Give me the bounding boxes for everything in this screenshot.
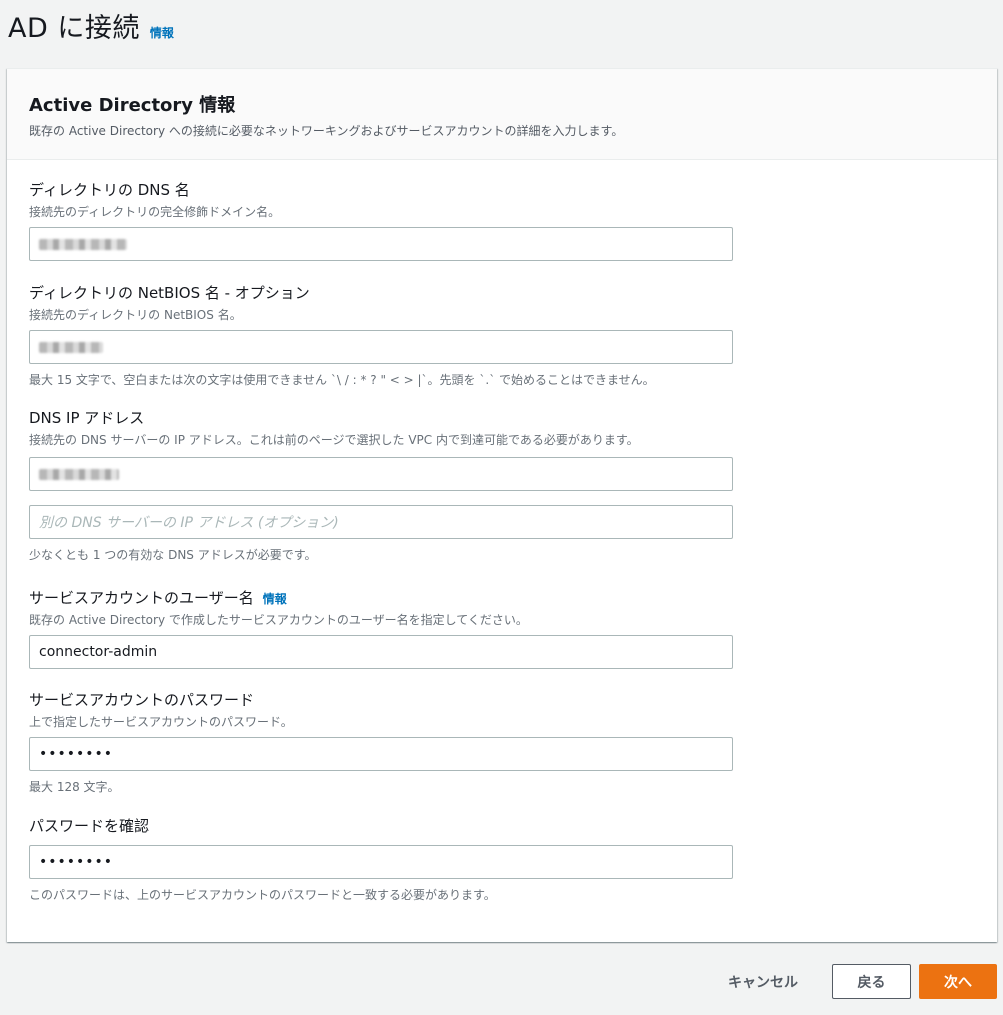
netbios-name-input[interactable] [29,330,733,364]
netbios-name-field: ディレクトリの NetBIOS 名 - オプション 接続先のディレクトリの Ne… [29,282,734,388]
netbios-name-description: 接続先のディレクトリの NetBIOS 名。 [29,308,242,322]
dns-name-label: ディレクトリの DNS 名 [29,181,190,199]
dns-ip-field: DNS IP アドレス 接続先の DNS サーバーの IP アドレス。これは前の… [29,407,734,563]
confirm-password-constraint: このパスワードは、上のサービスアカウントのパスワードと一致する必要があります。 [29,888,496,902]
service-password-label: サービスアカウントのパスワード [29,691,255,709]
confirm-password-label: パスワードを確認 [29,817,150,835]
service-username-description: 既存の Active Directory で作成したサービスアカウントのユーザー… [29,613,528,627]
service-password-input[interactable]: •••••••• [29,737,733,771]
service-password-description: 上で指定したサービスアカウントのパスワード。 [29,715,293,729]
dns-name-description: 接続先のディレクトリの完全修飾ドメイン名。 [29,205,281,219]
dns-name-field: ディレクトリの DNS 名 接続先のディレクトリの完全修飾ドメイン名。 [29,179,734,261]
page-title: AD に接続 [8,13,140,44]
page-header: AD に接続 情報 [8,6,174,45]
cancel-button[interactable]: キャンセル [718,964,808,999]
dns-ip-label: DNS IP アドレス [29,409,145,427]
redacted-value [39,238,127,250]
section-description: 既存の Active Directory への接続に必要なネットワーキングおよび… [29,124,624,138]
service-username-info-link[interactable]: 情報 [263,590,287,607]
active-directory-panel: Active Directory 情報 既存の Active Directory… [7,68,997,942]
netbios-name-label: ディレクトリの NetBIOS 名 - オプション [29,284,310,302]
service-password-constraint: 最大 128 文字。 [29,780,120,794]
dns-ip-description: 接続先の DNS サーバーの IP アドレス。これは前のページで選択した VPC… [29,433,639,447]
service-username-field: サービスアカウントのユーザー名 情報 既存の Active Directory … [29,587,734,669]
page-info-link[interactable]: 情報 [150,24,174,41]
redacted-value [39,468,119,480]
next-button[interactable]: 次へ [919,964,997,999]
panel-header: Active Directory 情報 既存の Active Directory… [7,69,997,160]
dns-name-input[interactable] [29,227,733,261]
service-password-field: サービスアカウントのパスワード 上で指定したサービスアカウントのパスワード。 •… [29,689,734,795]
secondary-dns-ip-input[interactable]: 別の DNS サーバーの IP アドレス (オプション) [29,505,733,539]
service-username-input[interactable]: connector-admin [29,635,733,669]
service-username-label: サービスアカウントのユーザー名 情報 [29,589,287,607]
dns-ip-input[interactable] [29,457,733,491]
confirm-password-input[interactable]: •••••••• [29,845,733,879]
redacted-value [39,341,103,353]
netbios-name-constraint: 最大 15 文字で、空白または次の文字は使用できません `\ / : * ? "… [29,373,655,387]
dns-ip-constraint: 少なくとも 1 つの有効な DNS アドレスが必要です。 [29,548,317,562]
section-title: Active Directory 情報 [29,95,236,116]
confirm-password-field: パスワードを確認 •••••••• このパスワードは、上のサービスアカウントのパ… [29,815,734,903]
back-button[interactable]: 戻る [832,964,911,999]
